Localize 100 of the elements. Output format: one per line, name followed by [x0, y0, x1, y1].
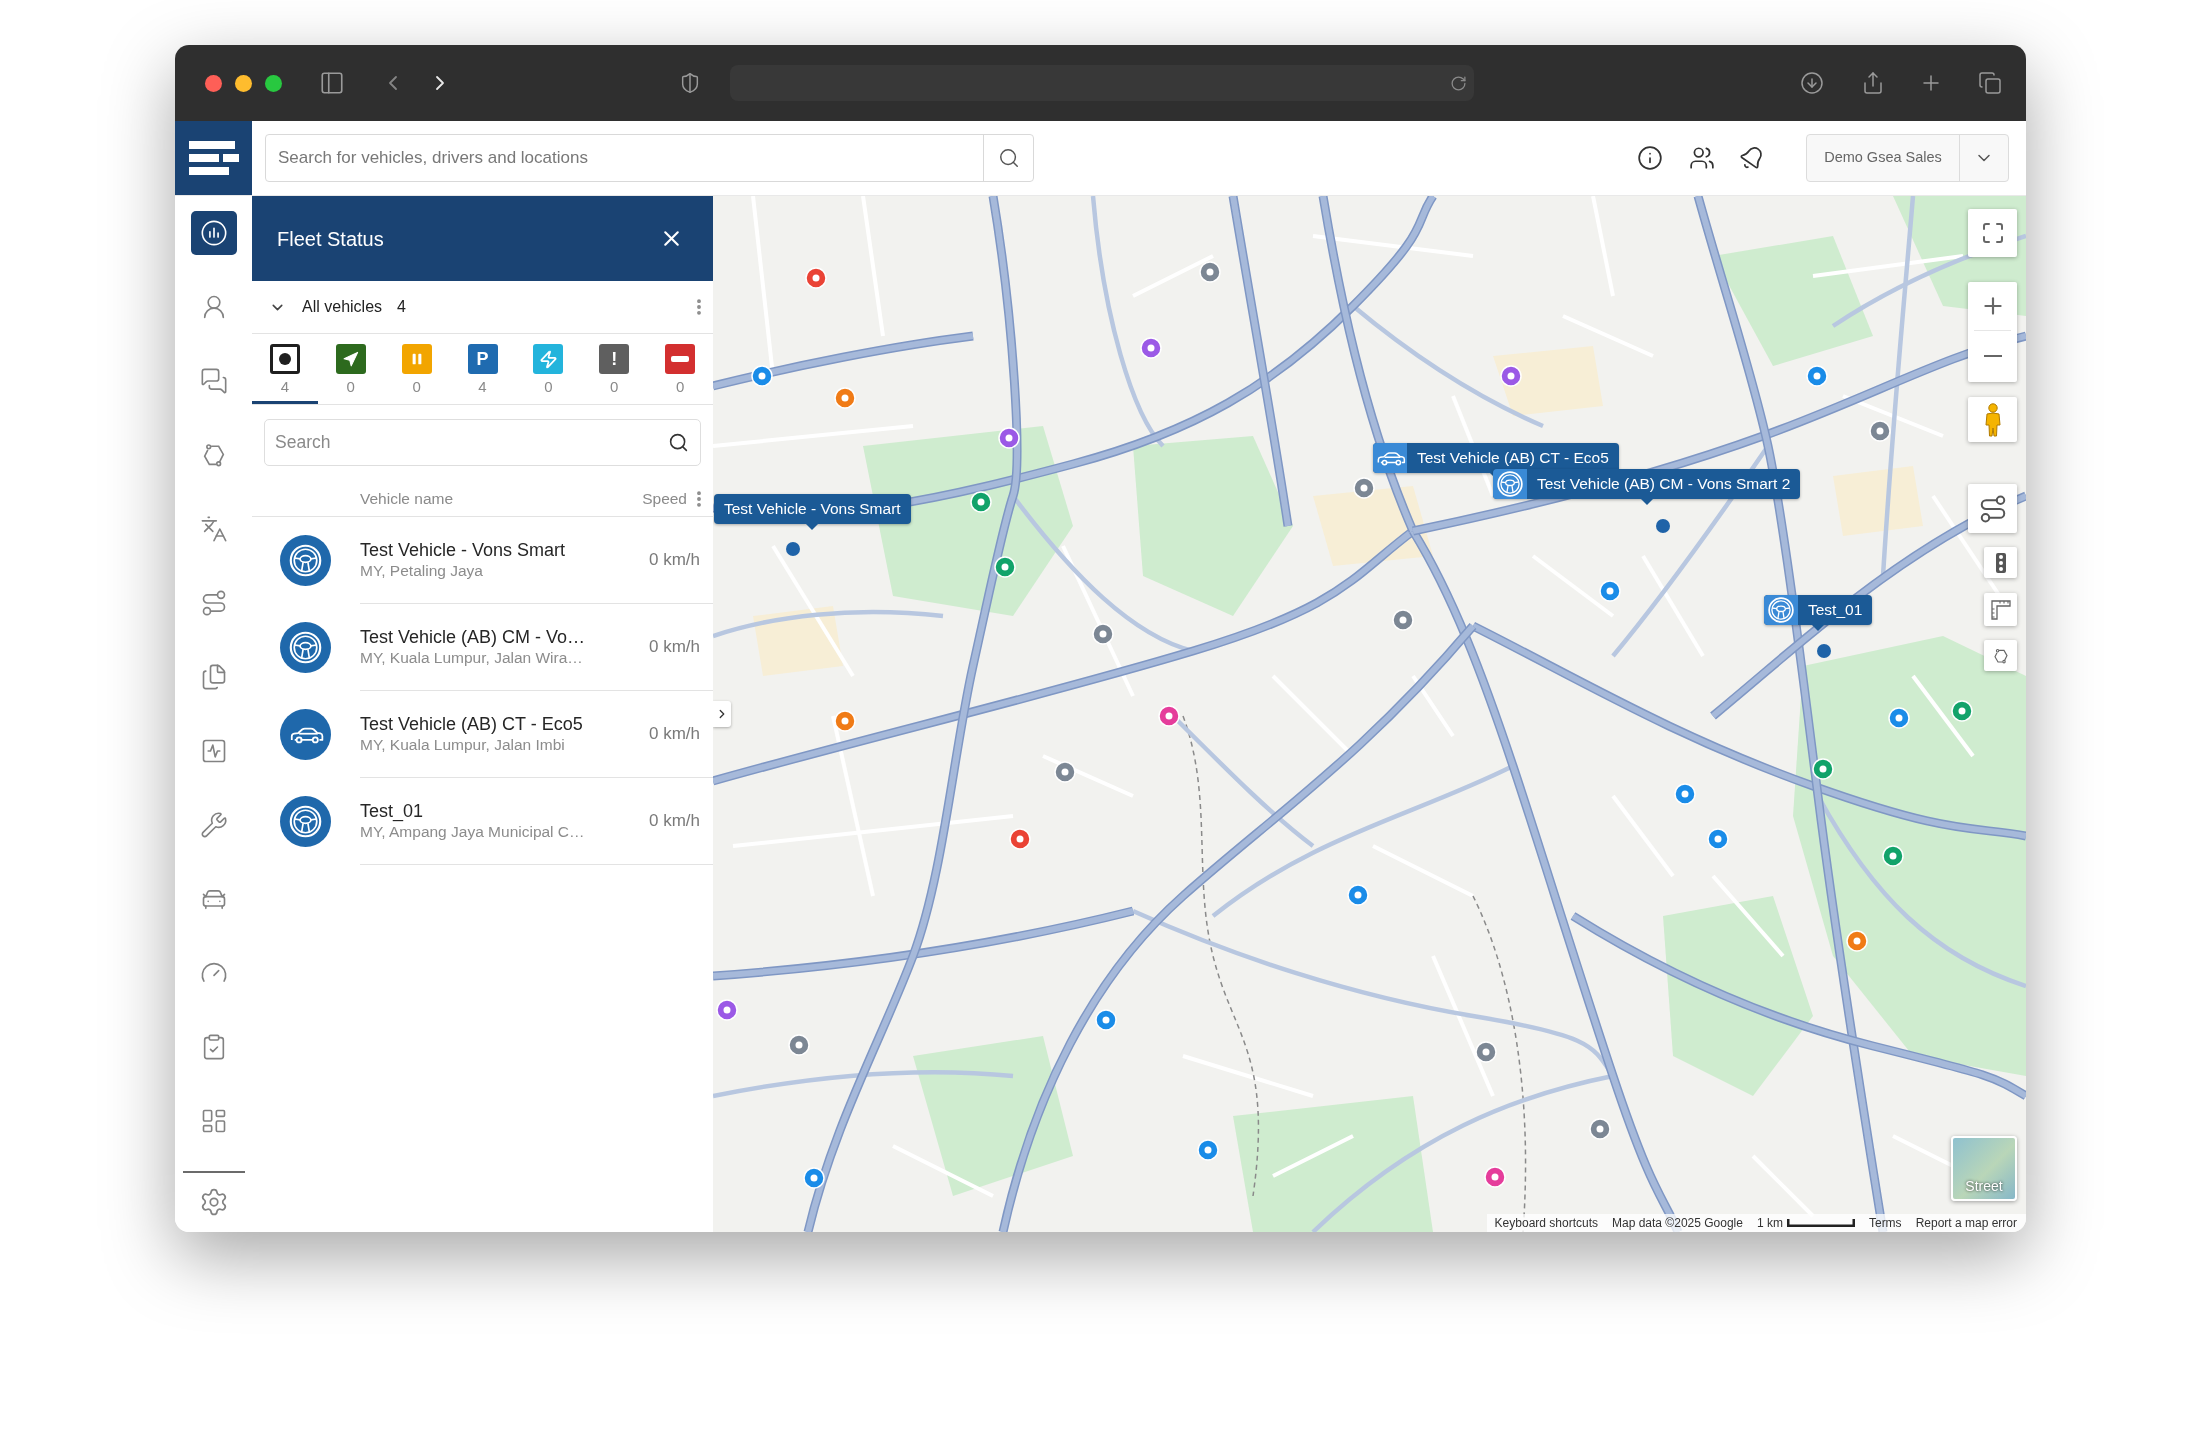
- directions-button[interactable]: [1968, 484, 2017, 533]
- map-pin-icon[interactable]: [1009, 828, 1031, 850]
- map-pin-icon[interactable]: [1707, 828, 1729, 850]
- users-icon[interactable]: [1689, 145, 1715, 171]
- status-filter-tab[interactable]: P 4: [449, 334, 516, 404]
- terms-link[interactable]: Terms: [1868, 1217, 1902, 1229]
- map-pin-icon[interactable]: [805, 267, 827, 289]
- status-filter-tab[interactable]: 0: [647, 334, 713, 404]
- vehicle-location: MY, Kuala Lumpur, Jalan Wira…: [360, 648, 584, 668]
- map-pin-icon[interactable]: [1882, 845, 1904, 867]
- download-icon[interactable]: [1800, 71, 1824, 95]
- alert-badge: !: [599, 344, 630, 374]
- tabs-overview-icon[interactable]: [1978, 71, 2002, 95]
- status-filter-tab[interactable]: 0: [383, 334, 450, 404]
- scale-bar-icon: [1786, 1219, 1855, 1227]
- map-pin-icon[interactable]: [1158, 705, 1180, 727]
- chart-icon: [199, 219, 228, 247]
- map-pin-icon[interactable]: [1392, 609, 1414, 631]
- sidebar-toggle-icon[interactable]: [318, 70, 346, 96]
- map-pin-icon[interactable]: [1674, 783, 1696, 805]
- window-minimize-icon[interactable]: [235, 74, 252, 92]
- map-pin-icon[interactable]: [1347, 884, 1369, 906]
- status-filter-tab[interactable]: 0: [317, 334, 384, 404]
- map-pin-icon[interactable]: [1095, 1009, 1117, 1031]
- address-field[interactable]: [730, 65, 1474, 101]
- search-icon[interactable]: [668, 432, 689, 453]
- map-pin-icon[interactable]: [1951, 700, 1973, 722]
- map-pin-icon[interactable]: [998, 427, 1020, 449]
- translate-icon: [199, 515, 228, 543]
- steering-wheel-icon: [280, 622, 331, 673]
- map-pin-icon[interactable]: [1092, 623, 1114, 645]
- map-pin-icon[interactable]: [1475, 1041, 1497, 1063]
- vehicle-map-label[interactable]: Test_01: [1764, 595, 1873, 625]
- car-icon: [1373, 443, 1407, 473]
- status-filter-tab[interactable]: ! 0: [581, 334, 648, 404]
- search-icon[interactable]: [998, 147, 1020, 169]
- map-pin-icon[interactable]: [1812, 758, 1834, 780]
- search-field[interactable]: Search: [264, 419, 701, 466]
- map-pin-icon[interactable]: [1484, 1166, 1506, 1188]
- vehicle-map-label[interactable]: Test Vehicle - Vons Smart: [714, 494, 911, 524]
- street-view-button[interactable]: [1968, 397, 2017, 442]
- map-pin-icon[interactable]: [1199, 261, 1221, 283]
- window-close-icon[interactable]: [205, 74, 222, 92]
- steering-wheel-icon: [280, 535, 331, 586]
- map-pin-icon[interactable]: [1589, 1118, 1611, 1140]
- polygon-icon: [1991, 646, 2010, 665]
- map-pin-icon[interactable]: [1846, 930, 1868, 952]
- keyboard-shortcuts-link[interactable]: Keyboard shortcuts: [1494, 1217, 1598, 1229]
- fullscreen-button[interactable]: [1968, 209, 2017, 257]
- map-pin-icon[interactable]: [1599, 580, 1621, 602]
- street: [1411, 674, 1455, 738]
- column-header[interactable]: Speed: [642, 486, 687, 511]
- ruler-icon: [1990, 599, 2011, 620]
- column-header[interactable]: Vehicle name: [360, 486, 454, 511]
- status-filter-tab[interactable]: 0: [515, 334, 582, 404]
- map-pin-icon[interactable]: [716, 999, 738, 1021]
- parking-badge: P: [467, 344, 498, 374]
- vehicle-location: MY, Ampang Jaya Municipal C…: [360, 822, 585, 842]
- map-pin-icon[interactable]: [1500, 365, 1522, 387]
- vehicle-name[interactable]: Test Vehicle (AB) CT - Eco5: [360, 713, 583, 735]
- info-icon[interactable]: [1637, 145, 1663, 171]
- scale-label: 1 km: [1756, 1217, 1783, 1229]
- nav-button[interactable]: [190, 211, 237, 255]
- vehicle-map-label-text[interactable]: Test_01: [1798, 595, 1873, 625]
- vehicle-speed: 0 km/h: [648, 549, 700, 572]
- map-pin-icon[interactable]: [1140, 337, 1162, 359]
- measure-button[interactable]: [1984, 593, 2017, 626]
- reload-icon[interactable]: [1450, 74, 1467, 92]
- vehicle-location: MY, Petaling Jaya: [360, 561, 484, 581]
- traffic-button[interactable]: [1984, 547, 2017, 578]
- vehicle-name[interactable]: Test_01: [360, 800, 585, 822]
- area-button[interactable]: [1984, 640, 2017, 671]
- share-icon[interactable]: [1861, 70, 1885, 96]
- group-label[interactable]: All vehicles: [302, 295, 383, 319]
- map-pin-icon[interactable]: [1054, 761, 1076, 783]
- window-maximize-icon[interactable]: [265, 74, 282, 92]
- map-pin-icon[interactable]: [1869, 420, 1891, 442]
- map-pin-icon[interactable]: [751, 365, 773, 387]
- account-dropdown[interactable]: Demo Gsea Sales: [1806, 134, 2009, 182]
- logo-icon[interactable]: [175, 121, 252, 195]
- shield-icon[interactable]: [679, 71, 701, 95]
- report-map-error-link[interactable]: Report a map error: [1915, 1217, 2017, 1229]
- vehicle-name[interactable]: Test Vehicle (AB) CM - Vo…: [360, 626, 586, 648]
- map-pin-icon[interactable]: [970, 491, 992, 513]
- map-pin-icon[interactable]: [1806, 365, 1828, 387]
- pointer-icon: [1812, 625, 1825, 631]
- map-pin-icon[interactable]: [1888, 707, 1910, 729]
- person-icon: [1982, 402, 2003, 437]
- map-pin-icon[interactable]: [1197, 1139, 1219, 1161]
- map-pin-icon[interactable]: [994, 556, 1016, 578]
- map-pin-icon[interactable]: [834, 387, 856, 409]
- vehicle-speed: 0 km/h: [648, 636, 700, 659]
- map-pin-icon[interactable]: [834, 710, 856, 732]
- vehicle-name[interactable]: Test Vehicle - Vons Smart: [360, 539, 566, 561]
- panel-toggle-button[interactable]: [713, 701, 731, 727]
- map-pin-icon[interactable]: [1353, 477, 1375, 499]
- map-pin-icon[interactable]: [788, 1034, 810, 1056]
- traffic-light-icon: [1994, 552, 2007, 573]
- search-field[interactable]: Search for vehicles, drivers and locations: [265, 134, 1034, 182]
- map-pin-icon[interactable]: [803, 1167, 825, 1189]
